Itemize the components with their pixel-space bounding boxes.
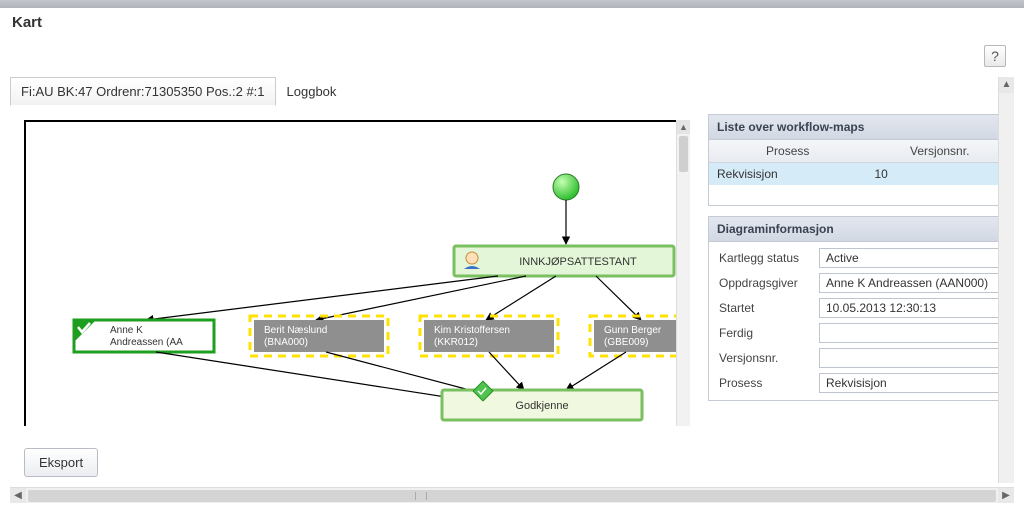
- col-version[interactable]: Versjonsnr.: [866, 140, 1013, 163]
- export-button[interactable]: Eksport: [24, 448, 98, 477]
- workflow-list-panel: Liste over workflow-maps Prosess Versjon…: [708, 114, 1014, 206]
- window-chrome-bar: [0, 0, 1024, 8]
- node-anne-l1: Anne K: [110, 325, 143, 336]
- page-title: Kart: [0, 8, 1024, 37]
- tab-loggbok[interactable]: Loggbok: [276, 77, 348, 106]
- inner-scroll-pane: Fi:AU BK:47 Ordrenr:71305350 Pos.:2 #:1 …: [10, 77, 1014, 507]
- info-row-ferdig: Ferdig: [719, 323, 1003, 343]
- diagram-info-header: Diagraminformasjon: [709, 217, 1013, 242]
- label-ferdig: Ferdig: [719, 326, 819, 340]
- scroll-right-icon[interactable]: ▶: [998, 488, 1014, 503]
- node-anne-l2: Andreassen (AA: [110, 337, 183, 348]
- scroll-up-icon[interactable]: ▲: [999, 77, 1014, 93]
- page-vscroll[interactable]: ▲: [998, 77, 1014, 483]
- table-row[interactable]: Rekvisisjon 10: [709, 163, 1013, 186]
- tab-strip: Fi:AU BK:47 Ordrenr:71305350 Pos.:2 #:1 …: [10, 77, 1014, 106]
- cell-process: Rekvisisjon: [709, 163, 866, 186]
- node-gunn-l1: Gunn Berger: [604, 325, 662, 336]
- side-panel: Liste over workflow-maps Prosess Versjon…: [708, 114, 1014, 434]
- info-row-prosess: Prosess: [719, 373, 1003, 393]
- start-node-icon: [553, 174, 579, 200]
- table-row-empty: [709, 185, 1013, 205]
- node-berit-l1: Berit Næslund: [264, 325, 327, 336]
- input-oppdragsgiver[interactable]: [819, 273, 1003, 293]
- godkjenne-label: Godkjenne: [515, 400, 568, 412]
- hscroll-thumb[interactable]: [28, 490, 996, 502]
- label-kartlegg-status: Kartlegg status: [719, 251, 819, 265]
- info-row-oppdragsgiver: Oppdragsgiver: [719, 273, 1003, 293]
- label-startet: Startet: [719, 301, 819, 315]
- workflow-list-header: Liste over workflow-maps: [709, 115, 1013, 140]
- role-label: INNKJØPSATTESTANT: [519, 256, 637, 268]
- label-versjonsnr: Versjonsnr.: [719, 351, 819, 365]
- input-ferdig[interactable]: [819, 323, 1003, 343]
- input-kartlegg-status[interactable]: [819, 248, 1003, 268]
- node-gunn-l2: (GBE009): [604, 337, 648, 348]
- scroll-up-arrow-icon[interactable]: ▲: [677, 120, 690, 134]
- content-area: ? Fi:AU BK:47 Ordrenr:71305350 Pos.:2 #:…: [0, 37, 1024, 527]
- info-grid: Kartlegg status Oppdragsgiver Startet: [709, 242, 1013, 400]
- label-oppdragsgiver: Oppdragsgiver: [719, 276, 819, 290]
- node-berit-l2: (BNA000): [264, 337, 308, 348]
- input-prosess[interactable]: [819, 373, 1003, 393]
- cell-version: 10: [866, 163, 1013, 186]
- info-row-versjon: Versjonsnr.: [719, 348, 1003, 368]
- info-row-startet: Startet: [719, 298, 1003, 318]
- workflow-diagram[interactable]: INNKJØPSATTESTANT Anne K Andreassen (AA: [10, 114, 690, 426]
- col-process[interactable]: Prosess: [709, 140, 866, 163]
- input-versjonsnr[interactable]: [819, 348, 1003, 368]
- node-kim-l2: (KKR012): [434, 337, 478, 348]
- main-split: INNKJØPSATTESTANT Anne K Andreassen (AA: [10, 114, 1014, 444]
- help-button[interactable]: ?: [984, 45, 1006, 67]
- diagram-vscroll[interactable]: ▲: [676, 120, 690, 426]
- workflow-table: Prosess Versjonsnr. Rekvisisjon 10: [709, 140, 1013, 205]
- info-row-status: Kartlegg status: [719, 248, 1003, 268]
- scroll-thumb[interactable]: [679, 136, 688, 172]
- input-startet[interactable]: [819, 298, 1003, 318]
- node-kim-l1: Kim Kristoffersen: [434, 325, 510, 336]
- diagram-svg: INNKJØPSATTESTANT Anne K Andreassen (AA: [26, 122, 686, 424]
- diagram-info-panel: Diagraminformasjon Kartlegg status Oppdr…: [708, 216, 1014, 401]
- scroll-left-icon[interactable]: ◀: [10, 488, 26, 503]
- page-hscroll[interactable]: ◀ ▶: [10, 487, 1014, 503]
- label-prosess: Prosess: [719, 376, 819, 390]
- tab-order[interactable]: Fi:AU BK:47 Ordrenr:71305350 Pos.:2 #:1: [10, 77, 276, 106]
